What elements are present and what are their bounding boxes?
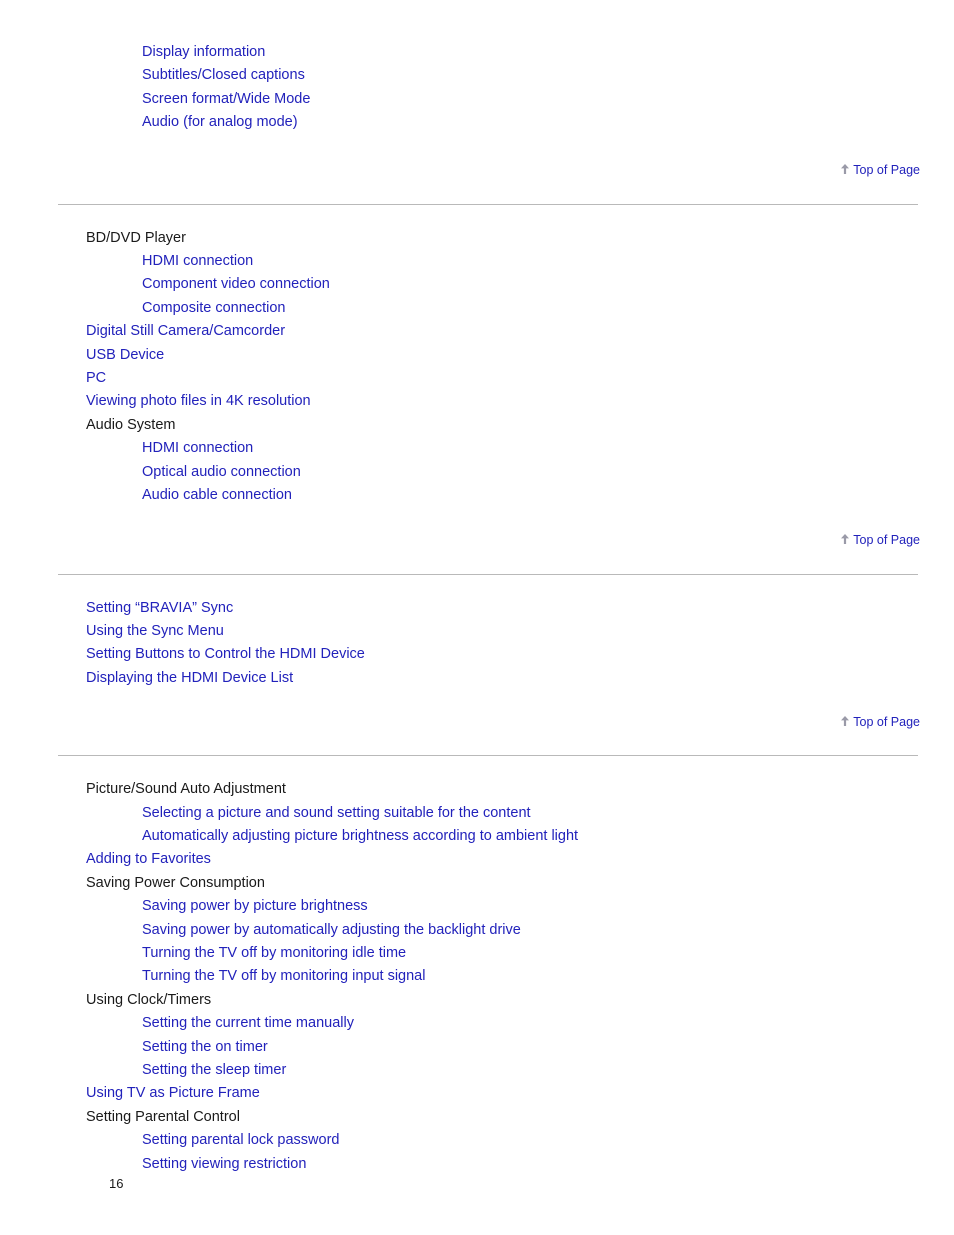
toc-list: Picture/Sound Auto Adjustment Selecting a… xyxy=(0,778,954,1176)
toc-link-item[interactable]: Optical audio connection xyxy=(0,461,954,484)
toc-item-label: Using Clock/Timers xyxy=(86,991,212,1008)
page-number: 16 xyxy=(109,1176,124,1191)
toc-item-label[interactable]: PC xyxy=(86,370,106,386)
toc-link-item[interactable]: Setting “BRAVIA” Sync xyxy=(0,597,954,620)
toc-item-label: Saving Power Consumption xyxy=(86,874,265,891)
toc-link-item[interactable]: HDMI connection xyxy=(0,250,954,273)
toc-item-label: Audio System xyxy=(86,416,176,433)
toc-item-label: BD/DVD Player xyxy=(86,229,186,246)
top-of-page-label-3: Top of Page xyxy=(853,715,920,730)
toc-section-bravia-sync: Setting “BRAVIA” Sync Using the Sync Menu… xyxy=(0,573,954,691)
top-of-page-link-2[interactable]: Top of Page xyxy=(0,532,954,548)
toc-section-watching-tv: Display information Subtitles/Closed capt… xyxy=(0,0,954,135)
toc-link-item[interactable]: Display information xyxy=(0,41,954,64)
toc-item-label[interactable]: Using the Sync Menu xyxy=(86,623,224,639)
toc-item-label: Picture/Sound Auto Adjustment xyxy=(86,781,286,798)
arrow-up-icon xyxy=(840,163,850,175)
toc-item-label[interactable]: Component video connection xyxy=(142,276,330,292)
toc-item-label[interactable]: Setting the current time manually xyxy=(142,1015,354,1031)
toc-item-label[interactable]: Saving power by automatically adjusting … xyxy=(142,922,521,938)
toc-link-item[interactable]: Subtitles/Closed captions xyxy=(0,64,954,87)
toc-item-label[interactable]: Screen format/Wide Mode xyxy=(142,91,310,107)
toc-item-label[interactable]: Setting “BRAVIA” Sync xyxy=(86,600,233,616)
toc-link-item[interactable]: Setting viewing restriction xyxy=(0,1153,954,1176)
toc-item-label[interactable]: Using TV as Picture Frame xyxy=(86,1085,260,1101)
top-of-page-link-1[interactable]: Top of Page xyxy=(0,162,954,178)
toc-link-item[interactable]: Automatically adjusting picture brightne… xyxy=(0,825,954,848)
toc-item-label[interactable]: Digital Still Camera/Camcorder xyxy=(86,323,285,339)
toc-item-label[interactable]: Setting the on timer xyxy=(142,1039,268,1055)
toc-item-label[interactable]: Audio (for analog mode) xyxy=(142,114,298,130)
toc-link-item[interactable]: USB Device xyxy=(0,344,954,367)
toc-item-label[interactable]: Viewing photo files in 4K resolution xyxy=(86,393,311,409)
toc-link-item[interactable]: Saving power by picture brightness xyxy=(0,895,954,918)
toc-item-label[interactable]: HDMI connection xyxy=(142,440,253,456)
toc-item-label: Setting Parental Control xyxy=(86,1108,240,1125)
toc-item-label[interactable]: Audio cable connection xyxy=(142,487,292,503)
toc-link-item[interactable]: Component video connection xyxy=(0,273,954,296)
toc-section-connecting-devices: BD/DVD Player HDMI connection Component vi… xyxy=(0,203,954,508)
toc-link-item[interactable]: Screen format/Wide Mode xyxy=(0,88,954,111)
toc-list: Setting “BRAVIA” Sync Using the Sync Menu… xyxy=(0,597,954,691)
toc-item-label[interactable]: Display information xyxy=(142,44,265,60)
toc-link-item[interactable]: Viewing photo files in 4K resolution xyxy=(0,390,954,413)
toc-link-item[interactable]: HDMI connection xyxy=(0,437,954,460)
top-of-page-link-3[interactable]: Top of Page xyxy=(0,714,954,730)
toc-section-using-preference-features: Picture/Sound Auto Adjustment Selecting a… xyxy=(0,755,954,1176)
toc-item-label[interactable]: Turning the TV off by monitoring input s… xyxy=(142,968,425,984)
toc-link-item[interactable]: Composite connection xyxy=(0,297,954,320)
toc-heading-item: Audio System xyxy=(0,414,954,437)
toc-item-label[interactable]: Adding to Favorites xyxy=(86,851,211,867)
toc-heading-item: Saving Power Consumption xyxy=(0,872,954,895)
toc-link-item[interactable]: Displaying the HDMI Device List xyxy=(0,667,954,690)
toc-item-label[interactable]: Setting Buttons to Control the HDMI Devi… xyxy=(86,646,365,662)
toc-link-item[interactable]: Using the Sync Menu xyxy=(0,620,954,643)
toc-item-label[interactable]: Turning the TV off by monitoring idle ti… xyxy=(142,945,406,961)
top-of-page-inner-1[interactable]: Top of Page xyxy=(840,162,920,178)
toc-link-item[interactable]: Audio (for analog mode) xyxy=(0,111,954,134)
top-of-page-label-2: Top of Page xyxy=(853,532,920,547)
toc-link-item[interactable]: Saving power by automatically adjusting … xyxy=(0,919,954,942)
arrow-up-icon xyxy=(840,715,850,727)
toc-list: Display information Subtitles/Closed capt… xyxy=(0,41,954,135)
toc-link-item[interactable]: Setting parental lock password xyxy=(0,1129,954,1152)
toc-link-item[interactable]: Adding to Favorites xyxy=(0,848,954,871)
toc-heading-item: BD/DVD Player xyxy=(0,227,954,250)
toc-item-label[interactable]: USB Device xyxy=(86,347,164,363)
toc-heading-item: Using Clock/Timers xyxy=(0,989,954,1012)
toc-link-item[interactable]: Setting the current time manually xyxy=(0,1012,954,1035)
toc-link-item[interactable]: Using TV as Picture Frame xyxy=(0,1082,954,1105)
toc-item-label[interactable]: Subtitles/Closed captions xyxy=(142,67,305,83)
toc-item-label[interactable]: Saving power by picture brightness xyxy=(142,898,368,914)
toc-link-item[interactable]: PC xyxy=(0,367,954,390)
toc-link-item[interactable]: Setting Buttons to Control the HDMI Devi… xyxy=(0,643,954,666)
toc-item-label[interactable]: Setting parental lock password xyxy=(142,1132,339,1148)
toc-item-label[interactable]: Automatically adjusting picture brightne… xyxy=(142,828,578,844)
toc-item-label[interactable]: Composite connection xyxy=(142,300,285,316)
toc-link-item[interactable]: Turning the TV off by monitoring input s… xyxy=(0,965,954,988)
toc-link-item[interactable]: Digital Still Camera/Camcorder xyxy=(0,320,954,343)
toc-item-label[interactable]: Displaying the HDMI Device List xyxy=(86,670,293,686)
toc-item-label[interactable]: Optical audio connection xyxy=(142,464,301,480)
toc-page: Display information Subtitles/Closed capt… xyxy=(0,0,954,1235)
toc-item-label[interactable]: Selecting a picture and sound setting su… xyxy=(142,805,531,821)
arrow-up-icon xyxy=(840,533,850,545)
toc-item-label[interactable]: Setting viewing restriction xyxy=(142,1156,306,1172)
toc-link-item[interactable]: Setting the on timer xyxy=(0,1036,954,1059)
top-of-page-inner-2[interactable]: Top of Page xyxy=(840,532,920,548)
toc-item-label[interactable]: HDMI connection xyxy=(142,253,253,269)
toc-link-item[interactable]: Audio cable connection xyxy=(0,484,954,507)
toc-heading-item: Picture/Sound Auto Adjustment xyxy=(0,778,954,801)
top-of-page-inner-3[interactable]: Top of Page xyxy=(840,714,920,730)
toc-item-label[interactable]: Setting the sleep timer xyxy=(142,1062,286,1078)
top-of-page-label-1: Top of Page xyxy=(853,162,920,177)
toc-list: BD/DVD Player HDMI connection Component vi… xyxy=(0,227,954,508)
toc-link-item[interactable]: Selecting a picture and sound setting su… xyxy=(0,802,954,825)
toc-heading-item: Setting Parental Control xyxy=(0,1106,954,1129)
toc-link-item[interactable]: Setting the sleep timer xyxy=(0,1059,954,1082)
toc-link-item[interactable]: Turning the TV off by monitoring idle ti… xyxy=(0,942,954,965)
